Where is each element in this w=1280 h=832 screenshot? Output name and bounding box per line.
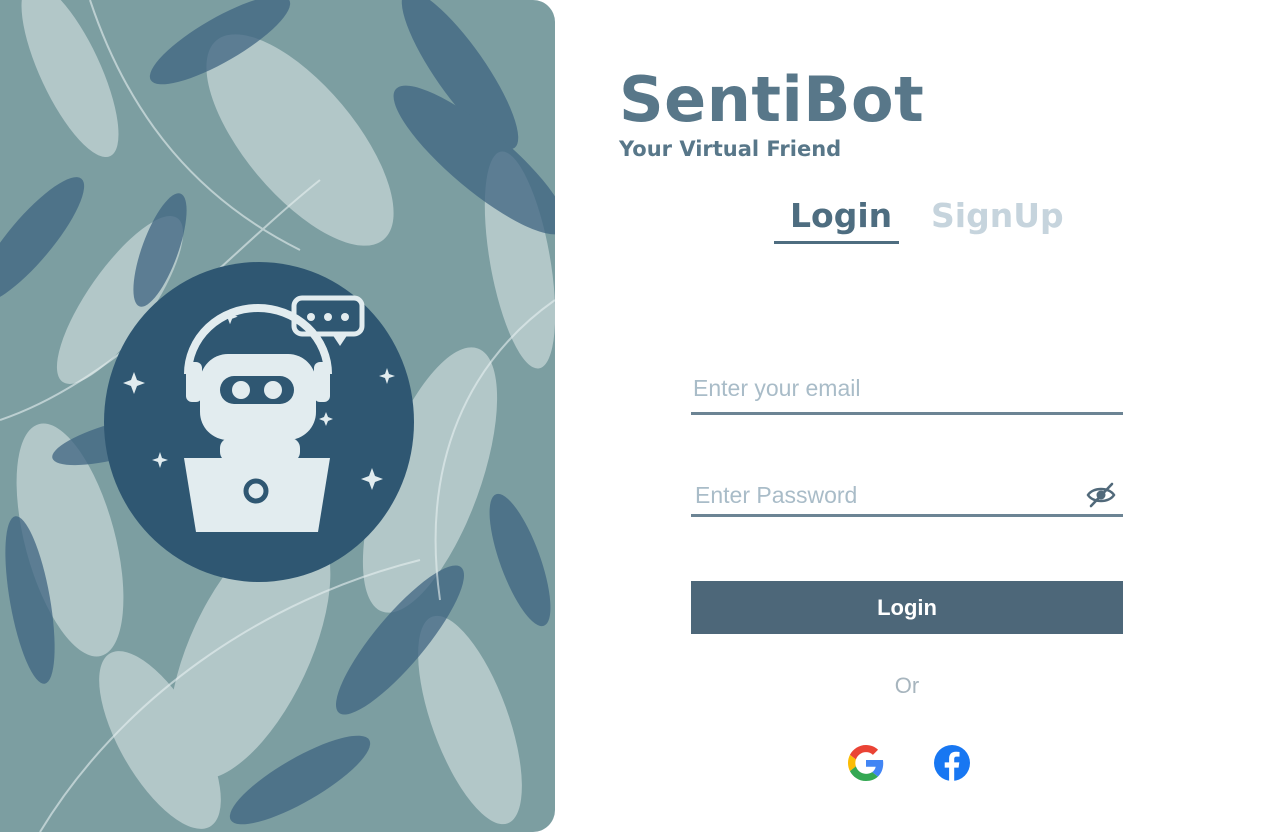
facebook-icon[interactable] bbox=[934, 745, 970, 781]
password-input[interactable] bbox=[691, 475, 1071, 515]
google-icon[interactable] bbox=[848, 745, 884, 781]
email-input-underline bbox=[691, 412, 1123, 415]
bot-avatar bbox=[104, 262, 414, 582]
robot-icon bbox=[123, 295, 395, 532]
active-tab-indicator bbox=[774, 241, 899, 244]
password-input-underline bbox=[691, 514, 1123, 517]
login-button[interactable]: Login bbox=[691, 581, 1123, 634]
or-divider-text: Or bbox=[894, 673, 920, 698]
email-input[interactable] bbox=[691, 368, 1123, 408]
tab-signup[interactable]: SignUp bbox=[931, 193, 1064, 239]
brand-tagline: Your Virtual Friend bbox=[619, 137, 842, 161]
hero-panel bbox=[0, 0, 555, 832]
brand-title: SentiBot bbox=[619, 63, 925, 136]
eye-slash-icon[interactable] bbox=[1086, 482, 1116, 508]
tab-login[interactable]: Login bbox=[790, 193, 892, 239]
